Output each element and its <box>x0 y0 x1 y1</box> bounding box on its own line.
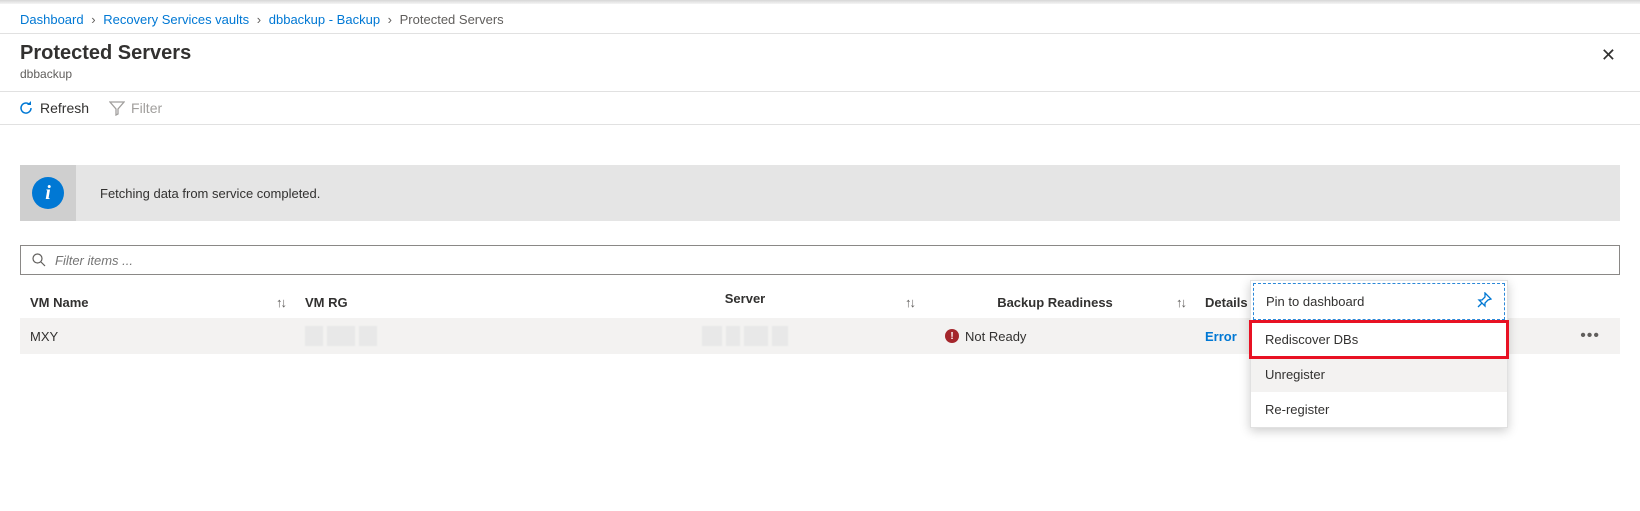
command-bar: Refresh Filter <box>0 91 1640 125</box>
refresh-label: Refresh <box>40 100 89 116</box>
column-vm-name[interactable]: VM Name <box>30 295 89 310</box>
notification-text: Fetching data from service completed. <box>76 165 344 221</box>
error-icon: ! <box>945 329 959 343</box>
chevron-right-icon: › <box>388 12 392 27</box>
filter-items-input[interactable] <box>55 253 1609 268</box>
cell-vm-rg-redacted <box>305 326 377 346</box>
menu-pin-label: Pin to dashboard <box>1266 294 1364 309</box>
notification-bar: i Fetching data from service completed. <box>20 165 1620 221</box>
cell-vm-name: MXY <box>30 329 58 344</box>
close-icon[interactable]: ✕ <box>1597 42 1620 68</box>
menu-rediscover-label: Rediscover DBs <box>1265 332 1358 347</box>
chevron-right-icon: › <box>257 12 261 27</box>
menu-pin-to-dashboard[interactable]: Pin to dashboard <box>1253 283 1505 320</box>
column-details[interactable]: Details <box>1205 295 1248 310</box>
column-vm-rg[interactable]: VM RG <box>305 295 348 310</box>
column-backup-readiness[interactable]: Backup Readiness <box>997 295 1113 310</box>
sort-icon[interactable]: ↑↓ <box>1176 295 1185 310</box>
breadcrumb: Dashboard › Recovery Services vaults › d… <box>0 4 1640 33</box>
main-content: i Fetching data from service completed. … <box>0 125 1640 374</box>
page-header: Protected Servers dbbackup ✕ <box>0 33 1640 91</box>
sort-icon[interactable]: ↑↓ <box>276 295 285 310</box>
page-subtitle: dbbackup <box>20 67 191 81</box>
menu-rediscover-dbs[interactable]: Rediscover DBs <box>1251 322 1507 357</box>
row-context-menu: Pin to dashboard Rediscover DBs Unregist… <box>1250 280 1508 428</box>
breadcrumb-dashboard[interactable]: Dashboard <box>20 12 84 27</box>
page-title: Protected Servers <box>20 42 191 65</box>
cell-details-link[interactable]: Error <box>1205 329 1237 344</box>
filter-items-box[interactable] <box>20 245 1620 275</box>
menu-unregister-label: Unregister <box>1265 367 1325 382</box>
info-icon: i <box>32 177 64 209</box>
cell-server-redacted <box>702 326 788 346</box>
refresh-icon <box>18 100 34 116</box>
search-icon <box>31 252 47 268</box>
refresh-button[interactable]: Refresh <box>18 100 89 116</box>
chevron-right-icon: › <box>91 12 95 27</box>
filter-icon <box>109 100 125 116</box>
filter-label: Filter <box>131 100 162 116</box>
breadcrumb-current: Protected Servers <box>400 12 504 27</box>
breadcrumb-recovery-vaults[interactable]: Recovery Services vaults <box>103 12 249 27</box>
sort-icon[interactable]: ↑↓ <box>905 295 914 310</box>
cell-backup-readiness: Not Ready <box>965 329 1026 344</box>
column-server[interactable]: Server <box>725 291 765 306</box>
menu-reregister-label: Re-register <box>1265 402 1329 417</box>
menu-unregister[interactable]: Unregister <box>1251 357 1507 392</box>
filter-button[interactable]: Filter <box>109 100 162 116</box>
row-actions-button[interactable]: ••• <box>1580 327 1600 345</box>
notification-icon-wrap: i <box>20 165 76 221</box>
pin-icon <box>1476 292 1492 311</box>
breadcrumb-dbbackup-backup[interactable]: dbbackup - Backup <box>269 12 380 27</box>
menu-reregister[interactable]: Re-register <box>1251 392 1507 427</box>
